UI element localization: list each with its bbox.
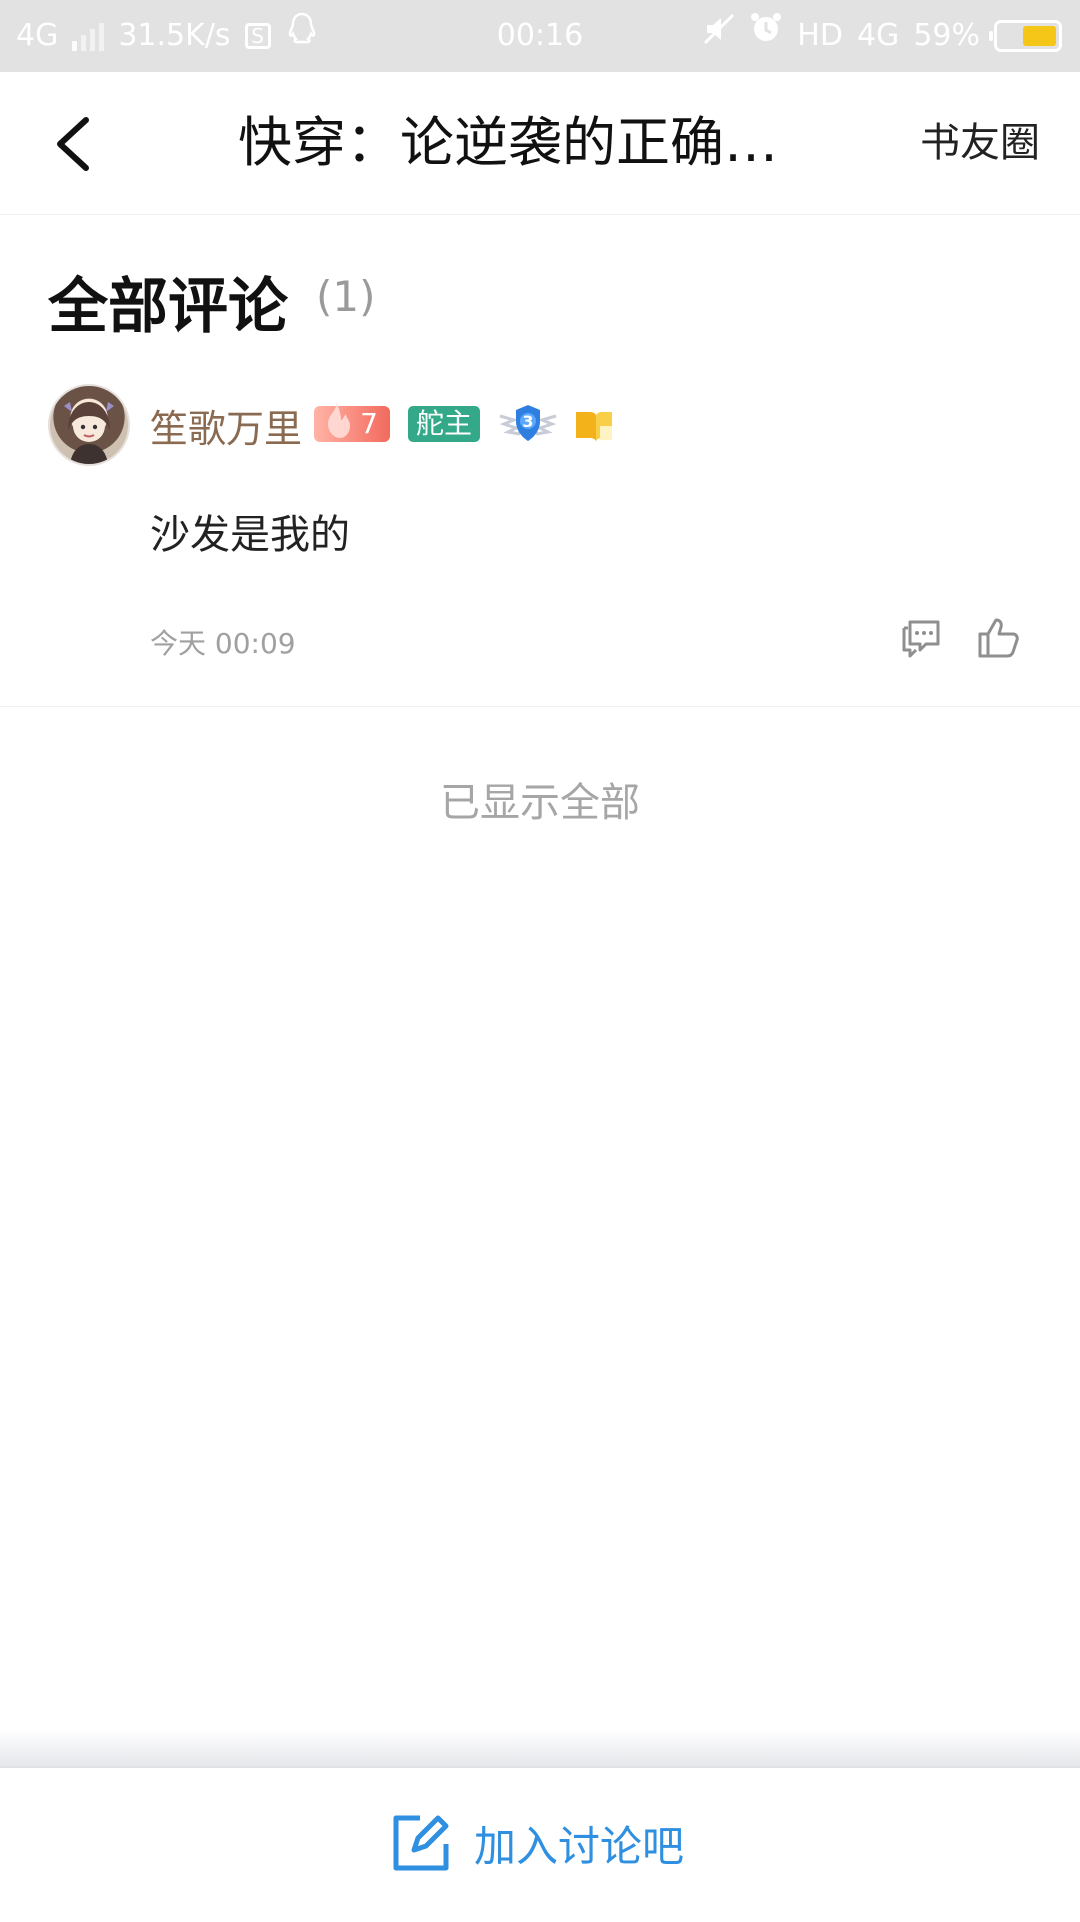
join-discussion-label: 加入讨论吧 [474,1821,685,1871]
fan-level: 7 [360,407,378,440]
bottom-shadow [0,1730,1080,1766]
bottom-bar: 加入讨论吧 [0,1766,1080,1922]
chevron-left-icon [57,117,89,171]
comments-title: 全部评论 [48,272,288,342]
like-button[interactable] [974,612,1024,662]
comment-text: 沙发是我的 [150,512,350,558]
nav-bar: 快穿：论逆袭的正确… 书友圈 [0,72,1080,215]
join-discussion-button[interactable]: 加入讨论吧 [390,1798,684,1888]
hd-label: HD [797,18,843,53]
flame-icon [328,402,350,438]
battery-text: 59% [913,18,980,53]
page-title: 快穿：论逆袭的正确… [238,111,778,174]
shield-level: 3 [522,412,533,431]
status-right: HD 4G 59% [703,0,1062,72]
mute-icon [703,0,735,72]
fan-level-badge: 7 [314,402,390,442]
reply-button[interactable] [896,614,944,662]
comment-time: 今天 00:09 [150,627,296,660]
comments-count: (1) [316,272,376,321]
edit-icon [393,1815,449,1871]
network-type-right: 4G [856,18,900,53]
thumbs-up-icon [978,618,1019,658]
battery-fill [1023,26,1056,46]
avatar[interactable] [48,384,130,466]
comment-username[interactable]: 笙歌万里 [150,398,302,453]
avatar-image [64,402,114,464]
battery-icon [989,20,1062,52]
comment-icon [902,620,940,658]
book-friends-circle-link[interactable]: 书友圈 [920,72,1040,214]
back-button[interactable] [36,108,108,180]
status-bar: 4G 31.5K/s S 00:16 HD 4G 59% [0,0,1080,72]
divider [0,706,1080,707]
shield-badge-icon: 3 [499,405,557,441]
role-badge: 舵主 [408,406,480,442]
all-shown-note: 已显示全部 [440,780,640,826]
book-badge-icon [576,412,612,442]
alarm-icon [749,0,783,72]
